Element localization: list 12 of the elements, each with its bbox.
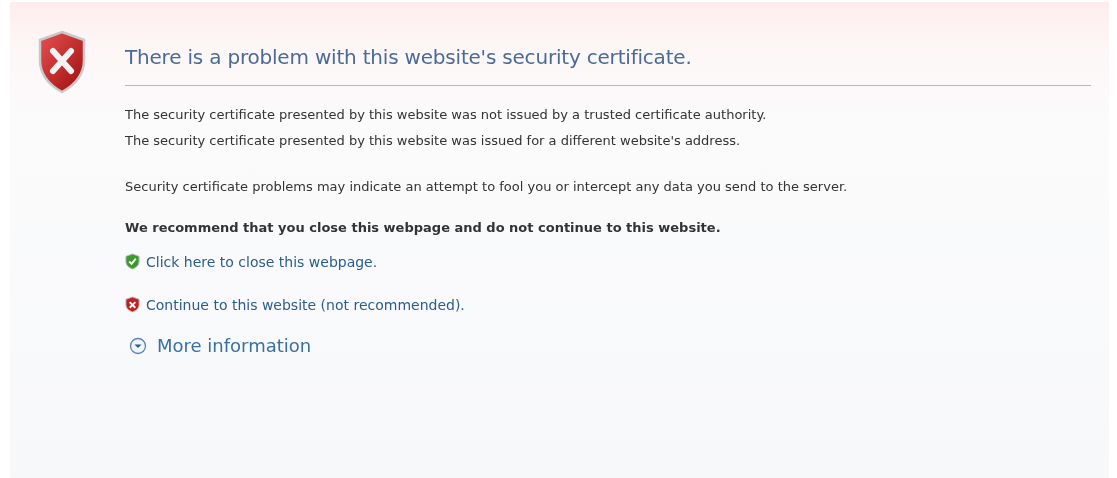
error-shield-icon: [37, 30, 87, 94]
chevron-circle-icon[interactable]: [129, 336, 147, 355]
action-link[interactable]: Continue to this website (not recommended).: [146, 296, 465, 313]
more-information-link[interactable]: More information: [157, 335, 312, 356]
body-text: The security certificate presented by this website was issued for a different website's address.: [125, 132, 742, 150]
body-text: Security certificate problems may indicate an attempt to fool you or intercept any data you send to the server.: [125, 178, 849, 196]
page-title: There is a problem with this website's security certificate.: [125, 44, 693, 69]
recommendation-text: We recommend that you close this webpage and do not continue to this website.: [125, 220, 722, 235]
action-link[interactable]: Click here to close this webpage.: [146, 253, 378, 270]
error-shield-icon: [125, 296, 140, 313]
check-shield-icon: [125, 253, 140, 270]
body-text: The security certificate presented by this website was not issued by a trusted certificate authority.: [125, 106, 768, 124]
